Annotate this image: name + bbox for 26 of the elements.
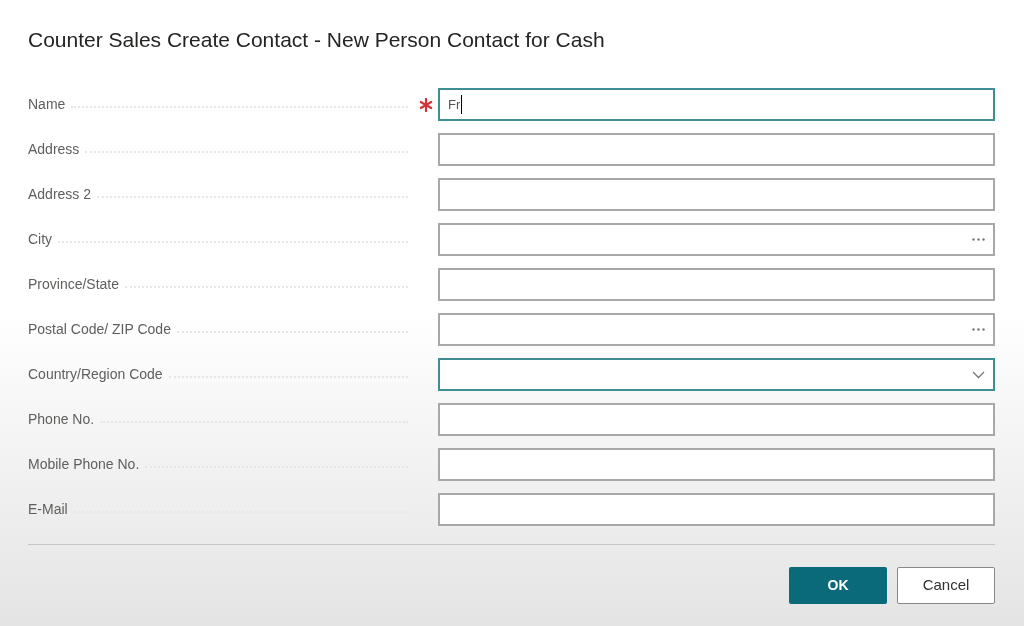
field-label: E-Mail	[28, 500, 68, 519]
field-label: Country/Region Code	[28, 365, 163, 384]
input-field[interactable]	[438, 133, 995, 166]
ok-button[interactable]: OK	[789, 567, 887, 604]
field-label: Mobile Phone No.	[28, 455, 140, 474]
input-field[interactable]	[438, 493, 995, 526]
input-field[interactable]	[438, 403, 995, 436]
input-field[interactable]	[438, 178, 995, 211]
input-field[interactable]: Fr	[438, 88, 995, 121]
dropdown-field[interactable]	[438, 358, 995, 391]
input-field[interactable]	[438, 223, 995, 256]
field-label: Address 2	[28, 185, 92, 204]
field-label: Province/State	[28, 275, 120, 294]
ellipsis-icon[interactable]	[972, 328, 985, 331]
chevron-down-icon[interactable]	[972, 370, 985, 379]
input-field[interactable]	[438, 268, 995, 301]
ellipsis-icon[interactable]	[972, 238, 985, 241]
field-label: Phone No.	[28, 410, 95, 429]
field-label: Postal Code/ ZIP Code	[28, 320, 171, 339]
cancel-button[interactable]: Cancel	[897, 567, 995, 604]
field-label: Address	[28, 140, 80, 159]
field-label: Name	[28, 95, 66, 114]
input-field[interactable]	[438, 313, 995, 346]
dialog-title: Counter Sales Create Contact - New Person Contact for Cash	[28, 27, 605, 53]
input-field[interactable]	[438, 448, 995, 481]
field-label: City	[28, 230, 53, 249]
